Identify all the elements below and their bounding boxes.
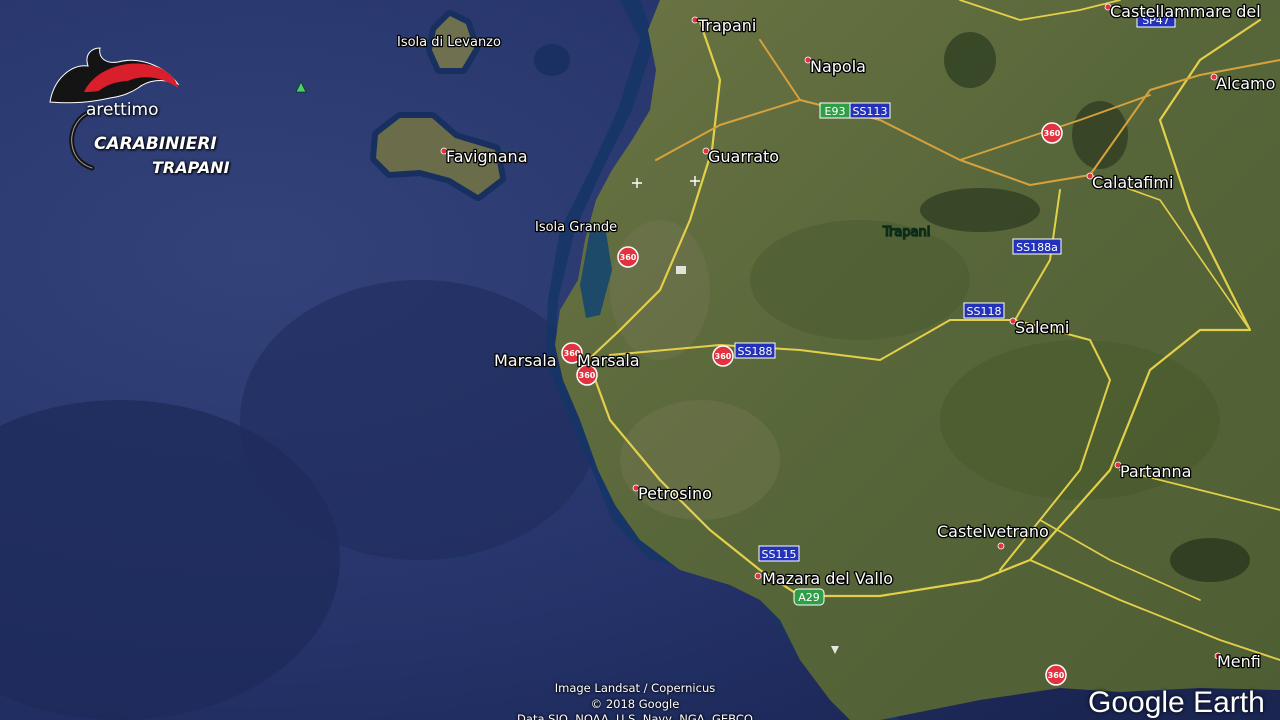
place-label-alcamo: Alcamo (1216, 74, 1275, 93)
imagery-credit: Image Landsat / Copernicus (554, 681, 716, 695)
place-label-favignana: Favignana (446, 147, 528, 166)
copyright-text: © 2018 Google (590, 697, 680, 711)
carabinieri-logo: arettimo CARABINIERI TRAPANI (44, 44, 244, 184)
svg-text:360: 360 (1048, 671, 1065, 680)
building-icon (676, 266, 686, 274)
svg-text:SS188a: SS188a (1016, 241, 1058, 254)
region-label-trapani: Trapani (882, 225, 930, 240)
land-patch (1170, 538, 1250, 582)
place-label-petrosino: Petrosino (638, 484, 712, 503)
road-shield-e93: E93 (819, 102, 851, 119)
sea-shade (240, 280, 600, 560)
logo-province-text: TRAPANI (152, 158, 230, 177)
street-view-360-marker[interactable]: 360 (1041, 122, 1063, 144)
road-shield-a29: A29 (793, 588, 825, 606)
place-label-marsala-left: Marsala (494, 351, 557, 370)
svg-text:E93: E93 (825, 105, 846, 118)
data-credit: Data SIO, NOAA, U.S. Navy, NGA, GEBCO (517, 712, 753, 720)
place-label-trapani: Trapani (697, 16, 756, 35)
land-patch (750, 220, 970, 340)
place-label-salemi: Salemi (1015, 318, 1069, 337)
road-shield-ss118: SS118 (963, 302, 1005, 319)
svg-text:SS188: SS188 (738, 345, 773, 358)
place-label-calatafimi: Calatafimi (1092, 173, 1173, 192)
place-label-napola: Napola (810, 57, 866, 76)
land-patch (920, 188, 1040, 232)
road-shield-ss113: SS113 (849, 102, 891, 119)
logo-town-text: arettimo (86, 100, 159, 120)
svg-text:360: 360 (620, 253, 637, 262)
place-label-isola-grande: Isola Grande (535, 220, 617, 235)
svg-text:360: 360 (1044, 129, 1061, 138)
svg-text:A29: A29 (798, 591, 820, 604)
road-shield-ss188: SS188 (734, 342, 776, 359)
svg-text:360: 360 (579, 371, 596, 380)
place-label-mazara-del-vallo: Mazara del Vallo (762, 569, 893, 588)
road-shield-ss188a: SS188a (1012, 238, 1062, 255)
road-shield-ss115: SS115 (758, 545, 800, 562)
svg-text:SS113: SS113 (853, 105, 888, 118)
place-label-partanna: Partanna (1120, 462, 1191, 481)
land-patch (944, 32, 996, 88)
land-patch (1072, 101, 1128, 169)
logo-name-text: CARABINIERI (94, 134, 217, 154)
place-label-isola-di-levanzo: Isola di Levanzo (397, 35, 501, 50)
place-label-guarrato: Guarrato (708, 147, 779, 166)
street-view-360-marker[interactable]: 360 (1045, 664, 1067, 686)
place-label-castellammare: Castellammare del (1110, 2, 1261, 21)
svg-text:SS118: SS118 (967, 305, 1002, 318)
place-label-menfi: Menfi (1217, 652, 1261, 671)
svg-text:SS115: SS115 (762, 548, 797, 561)
islet (534, 44, 570, 76)
street-view-360-marker[interactable]: 360 (712, 345, 734, 367)
svg-text:360: 360 (715, 352, 732, 361)
place-label-marsala-right: Marsala (577, 351, 640, 370)
google-earth-watermark: Google Earth (1088, 686, 1265, 719)
place-label-castelvetrano: Castelvetrano (937, 522, 1049, 541)
street-view-360-marker[interactable]: 360 (617, 246, 639, 268)
